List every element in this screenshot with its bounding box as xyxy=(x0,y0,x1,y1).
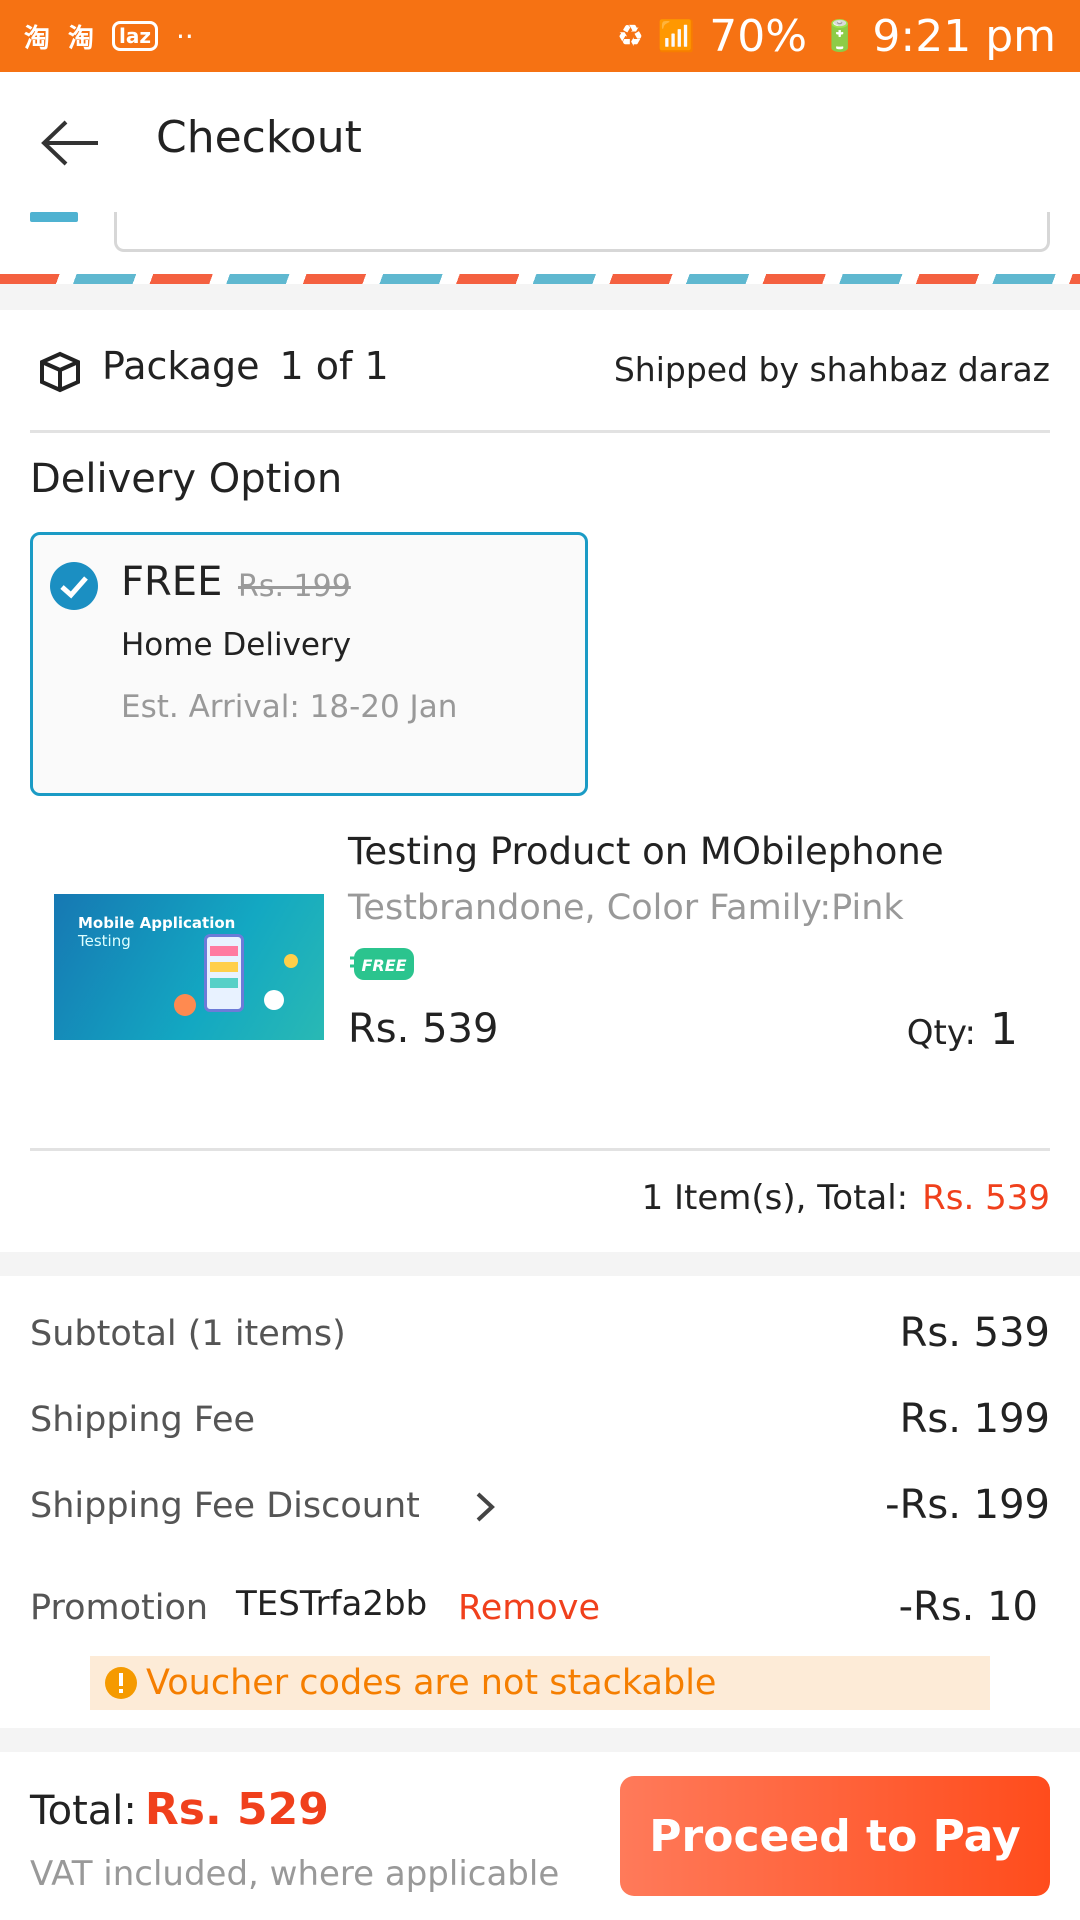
illustration-block xyxy=(210,946,238,956)
wifi-icon: 📶 xyxy=(657,18,696,54)
divider xyxy=(30,430,1050,433)
address-field[interactable] xyxy=(114,212,1050,252)
more-notifications-icon: ·· xyxy=(176,19,194,53)
illustration-block xyxy=(210,978,238,988)
promotion-label: Promotion xyxy=(30,1588,209,1628)
section-gap xyxy=(0,1252,1080,1276)
package-title: Package 1 of 1 xyxy=(102,344,389,388)
chevron-right-icon[interactable] xyxy=(470,1486,500,1528)
airmail-divider xyxy=(0,274,1080,284)
qty-label: Qty: xyxy=(906,1013,976,1053)
subtotal-value: Rs. 539 xyxy=(899,1310,1050,1356)
package-label: Package xyxy=(102,344,260,388)
product-image[interactable]: Mobile Application Testing xyxy=(54,894,324,1040)
package-box-icon xyxy=(40,351,80,393)
product-name[interactable]: Testing Product on MObilephone xyxy=(348,830,944,873)
check-circle-icon xyxy=(50,562,98,610)
total-amount: Rs. 529 xyxy=(144,1784,329,1835)
product-price: Rs. 539 xyxy=(348,1006,499,1052)
shipping-fee-value: Rs. 199 xyxy=(899,1396,1050,1442)
remove-promotion-link[interactable]: Remove xyxy=(458,1588,600,1628)
status-bar: 淘 淘 laz ·· ♻ 📶 70% 🔋 9:21 pm xyxy=(0,0,1080,72)
back-arrow-icon[interactable] xyxy=(40,118,102,168)
grand-total: Total: Rs. 529 xyxy=(30,1784,329,1835)
shipped-by: Shipped by shahbaz daraz xyxy=(613,350,1050,389)
lazada-icon: laz xyxy=(112,21,159,51)
promotion-value: -Rs. 10 xyxy=(898,1584,1038,1630)
shipping-discount-label: Shipping Fee Discount xyxy=(30,1486,420,1526)
delivery-option-heading: Delivery Option xyxy=(30,456,343,502)
product-image-title: Mobile Application xyxy=(78,914,236,932)
notification-icons: 淘 淘 laz ·· xyxy=(24,18,194,55)
divider xyxy=(30,1148,1050,1151)
page-title: Checkout xyxy=(156,112,362,163)
warning-text: Voucher codes are not stackable xyxy=(146,1663,717,1703)
product-image-subtitle: Testing xyxy=(78,932,131,950)
package-total: 1 Item(s), Total: Rs. 539 xyxy=(642,1178,1050,1218)
package-count: 1 of 1 xyxy=(279,344,389,388)
shipping-fee-row: Shipping Fee Rs. 199 xyxy=(30,1396,1050,1442)
free-shipping-badge-icon: FREE xyxy=(350,948,414,980)
section-gap xyxy=(0,284,1080,310)
shipping-fee-label: Shipping Fee xyxy=(30,1400,256,1440)
vat-note: VAT included, where applicable xyxy=(30,1854,560,1894)
recycle-icon: ♻ xyxy=(616,18,644,54)
qty-value: 1 xyxy=(990,1004,1018,1055)
taobao-icon: 淘 xyxy=(68,23,95,54)
illustration-dot xyxy=(174,994,196,1016)
checkout-footer: Total: Rs. 529 VAT included, where applic… xyxy=(0,1752,1080,1920)
shipping-discount-row[interactable]: Shipping Fee Discount -Rs. 199 xyxy=(30,1482,1050,1528)
app-header: Checkout xyxy=(0,72,1080,212)
shipping-discount-value: -Rs. 199 xyxy=(885,1482,1050,1528)
subtotal-row: Subtotal (1 items) Rs. 539 xyxy=(30,1310,1050,1356)
illustration-dot xyxy=(264,990,284,1010)
total-label: Total: xyxy=(30,1788,137,1834)
product-variant: Testbrandone, Color Family:Pink xyxy=(348,888,904,928)
section-gap xyxy=(0,1728,1080,1752)
address-section xyxy=(0,212,1080,262)
warning-icon xyxy=(105,1667,137,1699)
system-status: ♻ 📶 70% 🔋 9:21 pm xyxy=(617,11,1056,62)
package-header: Package 1 of 1 Shipped by shahbaz daraz xyxy=(0,310,1080,430)
battery-percent: 70% xyxy=(709,10,808,62)
promotion-row: Promotion TESTrfa2bb Remove -Rs. 10 xyxy=(30,1584,1050,1630)
address-checkbox[interactable] xyxy=(30,212,78,222)
product-quantity: Qty: 1 xyxy=(907,1004,1018,1055)
delivery-eta: Est. Arrival: 18-20 Jan xyxy=(121,689,458,725)
delivery-price: FREE xyxy=(121,559,223,605)
battery-icon: 🔋 xyxy=(821,18,859,54)
delivery-old-price: Rs. 199 xyxy=(238,569,351,604)
delivery-option-card[interactable]: FREE Rs. 199 Home Delivery Est. Arrival:… xyxy=(30,532,588,796)
illustration-block xyxy=(210,962,238,972)
items-total-label: 1 Item(s), Total: xyxy=(641,1178,909,1218)
delivery-type: Home Delivery xyxy=(121,627,352,663)
subtotal-label: Subtotal (1 items) xyxy=(30,1314,346,1354)
proceed-to-pay-button[interactable]: Proceed to Pay xyxy=(620,1776,1050,1896)
free-badge-text: FREE xyxy=(361,956,406,975)
promotion-code: TESTrfa2bb xyxy=(236,1584,428,1624)
taobao-icon: 淘 xyxy=(24,23,51,54)
voucher-warning: Voucher codes are not stackable xyxy=(90,1656,990,1710)
items-total-amount: Rs. 539 xyxy=(922,1178,1050,1218)
illustration-dot xyxy=(284,954,298,968)
clock: 9:21 pm xyxy=(872,10,1056,62)
